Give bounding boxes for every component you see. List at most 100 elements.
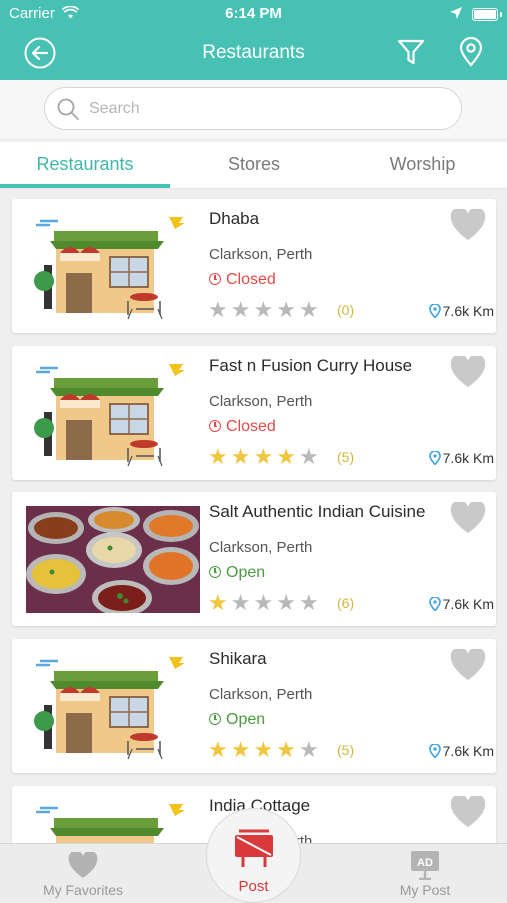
star-rating: ★ ★ ★ ★ ★ [208,299,322,321]
clock-icon [209,420,221,432]
star-icon: ★ [298,444,319,469]
nav-label: My Post [399,882,451,898]
rating-count: (6) [337,595,355,611]
app-header: Carrier 6:14 PM Restaurants [0,0,507,80]
nav-my-favorites[interactable]: My Favorites [30,844,136,901]
restaurant-name: Salt Authentic Indian Cuisine [209,502,426,521]
clock-icon [209,713,221,725]
star-icon: ★ [276,737,296,762]
heart-icon[interactable] [450,502,486,534]
star-icon: ★ [253,444,274,469]
rating-count: (0) [337,302,355,318]
restaurant-location: Clarkson, Perth [209,246,313,263]
star-icon: ★ [276,444,296,469]
restaurant-location: Clarkson, Perth [209,539,313,556]
restaurant-location: Clarkson, Perth [209,686,313,703]
restaurant-illustration [26,213,200,320]
status-time: 6:14 PM [225,5,282,22]
star-rating: ★ ★ ★ ★ ★ [208,592,322,614]
rating-count: (5) [337,449,355,465]
map-pin-icon [428,744,441,758]
search-bar[interactable] [44,87,462,130]
star-rating: ★ ★ ★ ★ ★ [208,446,322,468]
clock-icon [209,566,221,578]
map-pin-icon [428,451,441,465]
restaurant-name: Fast n Fusion Curry House [209,356,413,375]
heart-icon[interactable] [450,649,486,681]
heart-icon[interactable] [450,796,486,828]
star-icon: ★ [276,590,296,615]
star-rating: ★ ★ ★ ★ ★ [208,739,322,761]
star-icon: ★ [208,590,228,615]
nav-label: My Favorites [42,882,124,898]
restaurant-list[interactable]: Dhaba Clarkson, Perth Closed ★ ★ ★ ★ ★ (0) 7… [0,188,507,843]
star-icon: ★ [208,737,228,762]
restaurant-location: Clarkson, Perth [209,393,313,410]
star-icon: ★ [230,737,251,762]
star-icon: ★ [298,297,319,322]
distance-text: 7.6k Km [442,743,494,759]
distance-text: 7.6k Km [442,303,494,319]
status-bar: Carrier 6:14 PM [0,0,507,28]
clock-icon [209,273,221,285]
restaurant-status: Closed [209,418,276,436]
search-area [0,80,507,138]
star-icon: ★ [230,444,251,469]
food-photo [26,506,200,613]
restaurant-status: Open [209,711,265,729]
search-input[interactable] [87,96,441,122]
nav-my-post[interactable]: AD My Post [380,844,470,901]
distance-text: 7.6k Km [442,596,494,612]
star-icon: ★ [253,590,274,615]
battery-icon [472,8,498,21]
battery-tip [500,12,502,17]
heart-icon[interactable] [450,209,486,241]
star-icon: ★ [253,297,274,322]
status-text: Closed [226,418,276,435]
star-icon: ★ [276,297,296,322]
star-icon: ★ [230,297,251,322]
filter-icon[interactable] [397,38,425,66]
restaurant-illustration [26,653,200,760]
star-icon: ★ [230,590,251,615]
restaurant-status: Open [209,564,265,582]
star-icon: ★ [208,444,228,469]
heart-icon [68,852,98,878]
tab-stores[interactable]: Stores [170,142,338,188]
restaurant-status: Closed [209,271,276,289]
star-icon: ★ [298,737,319,762]
restaurant-card[interactable]: Salt Authentic Indian Cuisine Clarkson, … [12,492,496,626]
restaurant-illustration [26,800,200,843]
tab-worship[interactable]: Worship [338,142,507,188]
heart-icon[interactable] [450,356,486,388]
distance: 7.6k Km [428,743,494,759]
star-icon: ★ [253,737,274,762]
rating-count: (5) [337,742,355,758]
map-pin-icon [428,597,441,611]
search-icon [57,98,79,120]
ad-post-icon: AD [411,851,439,880]
distance-text: 7.6k Km [442,450,494,466]
post-billboard-icon [235,829,273,867]
status-text: Open [226,711,266,728]
post-label: Post [238,878,269,895]
status-text: Open [226,564,266,581]
post-button[interactable]: Post [206,808,301,903]
location-arrow-icon [450,7,462,19]
tab-restaurants[interactable]: Restaurants [0,142,170,188]
distance: 7.6k Km [428,596,494,612]
distance: 7.6k Km [428,303,494,319]
restaurant-card[interactable]: Shikara Clarkson, Perth Open ★ ★ ★ ★ ★ (5) 7… [12,639,496,773]
category-tabs: Restaurants Stores Worship [0,142,507,189]
restaurant-name: Shikara [209,649,267,668]
restaurant-name: Dhaba [209,209,260,228]
distance: 7.6k Km [428,450,494,466]
restaurant-card[interactable]: Fast n Fusion Curry House Clarkson, Pert… [12,346,496,480]
page-title: Restaurants [202,42,305,63]
star-icon: ★ [208,297,228,322]
ad-badge-text: AD [417,857,433,869]
map-pin-icon [428,304,441,318]
restaurant-illustration [26,360,200,467]
location-pin-icon[interactable] [458,37,484,67]
restaurant-card[interactable]: Dhaba Clarkson, Perth Closed ★ ★ ★ ★ ★ (0) 7… [12,199,496,333]
